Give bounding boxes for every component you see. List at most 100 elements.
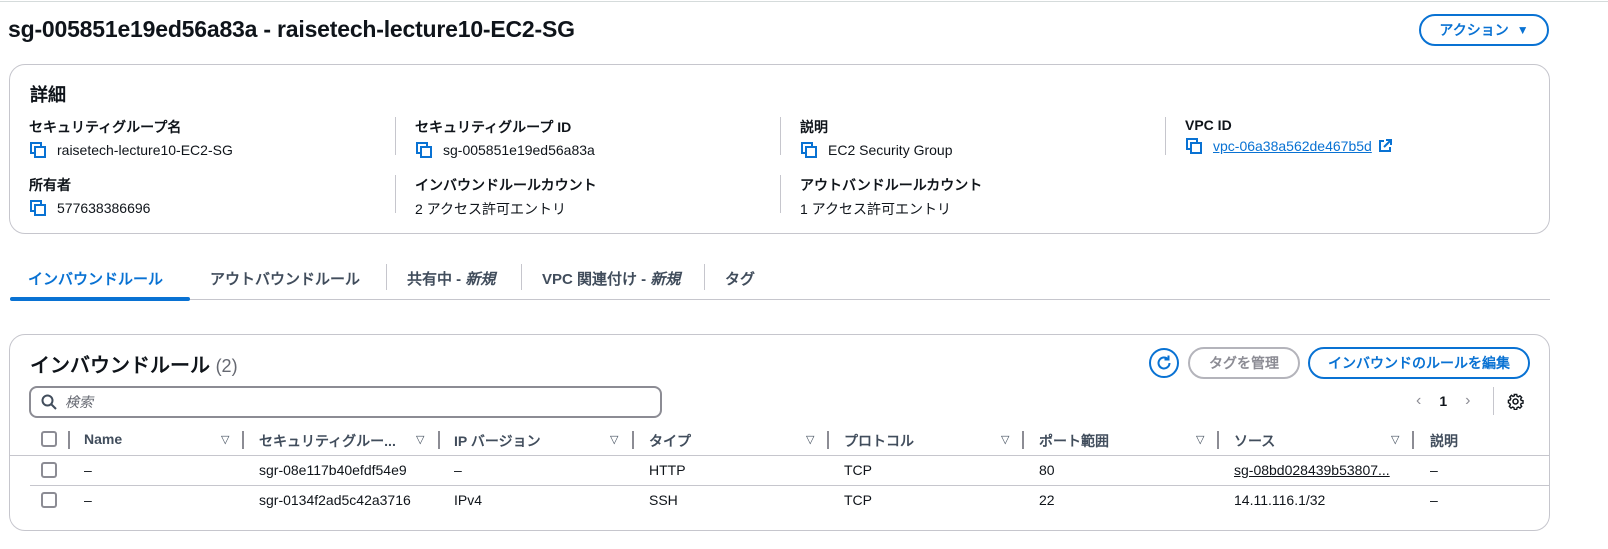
column-divider[interactable] [1217, 431, 1219, 449]
inbound-rules-panel: インバウンドルール (2) タグを管理 インバウンドのルールを編集 ‹ 1 › … [9, 334, 1550, 531]
divider [1165, 117, 1166, 155]
divider [780, 117, 781, 155]
sg-id-field: セキュリティグループ ID sg-005851e19ed56a83a [415, 117, 595, 159]
tab-label: 共有中 - [407, 270, 466, 288]
column-divider[interactable] [438, 431, 440, 449]
row-checkbox[interactable] [41, 492, 57, 508]
copy-icon[interactable] [1185, 137, 1203, 155]
cell-port-range: 22 [1039, 492, 1055, 508]
refresh-button[interactable] [1149, 348, 1179, 378]
outbound-count-label: アウトバンドルールカウント [800, 177, 983, 193]
column-header-name[interactable]: Name [84, 431, 122, 447]
tab-divider [386, 264, 387, 290]
cell-port-range: 80 [1039, 462, 1055, 478]
tab-label: アウトバウンドルール [210, 270, 361, 288]
settings-icon[interactable] [1507, 393, 1524, 410]
search-input-wrapper [29, 386, 662, 418]
tab-label: インバウンドルール [28, 270, 164, 288]
column-divider[interactable] [827, 431, 829, 449]
divider [1493, 387, 1494, 415]
tab-new-badge: 新規 [650, 270, 681, 288]
actions-button-label: アクション [1439, 22, 1509, 38]
tab-sharing[interactable]: 共有中 - 新規 [407, 256, 495, 300]
outbound-count-value: 1 アクセス許可エントリ [800, 201, 951, 217]
manage-tags-button[interactable]: タグを管理 [1188, 347, 1300, 379]
tab-new-badge: 新規 [465, 270, 496, 288]
column-divider[interactable] [242, 431, 244, 449]
external-link-icon[interactable] [1378, 139, 1392, 153]
column-divider[interactable] [1412, 431, 1414, 449]
inbound-count-field: インバウンドルールカウント 2 アクセス許可エントリ [415, 175, 597, 219]
tab-tags[interactable]: タグ [725, 256, 755, 300]
sort-icon[interactable]: ▽ [610, 433, 618, 446]
current-page[interactable]: 1 [1439, 393, 1447, 409]
description-label: 説明 [800, 119, 828, 135]
row-checkbox[interactable] [41, 462, 57, 478]
cell-name: – [84, 492, 92, 508]
cell-name: – [84, 462, 92, 478]
description-field: 説明 EC2 Security Group [800, 117, 953, 159]
column-header-type[interactable]: タイプ [649, 431, 691, 451]
tab-outbound-rules[interactable]: アウトバウンドルール [210, 256, 360, 300]
column-header-port-range[interactable]: ポート範囲 [1039, 431, 1109, 451]
cell-protocol: TCP [844, 492, 872, 508]
tab-divider [521, 264, 522, 290]
manage-tags-label: タグを管理 [1209, 355, 1279, 371]
cell-description: – [1430, 492, 1438, 508]
chevron-right-icon[interactable]: › [1465, 392, 1470, 410]
column-header-ip-version[interactable]: IP バージョン [454, 431, 541, 451]
select-all-checkbox[interactable] [41, 431, 57, 447]
chevron-left-icon[interactable]: ‹ [1416, 392, 1421, 410]
description-value: EC2 Security Group [828, 142, 953, 158]
search-icon [41, 394, 57, 410]
sort-icon[interactable]: ▽ [416, 433, 424, 446]
actions-button[interactable]: アクション ▼ [1419, 14, 1549, 46]
search-input[interactable] [65, 394, 625, 410]
cell-source: 14.11.116.1/32 [1234, 492, 1326, 508]
inbound-count-label: インバウンドルールカウント [415, 177, 597, 193]
sg-id-value: sg-005851e19ed56a83a [443, 142, 595, 158]
tab-divider [704, 264, 705, 290]
details-title: 詳細 [30, 85, 66, 105]
column-divider [68, 431, 70, 449]
vpc-field: VPC ID vpc-06a38a562de467b5d [1185, 117, 1392, 155]
details-panel: 詳細 セキュリティグループ名 raisetech-lecture10-EC2-S… [9, 64, 1550, 234]
vpc-link[interactable]: vpc-06a38a562de467b5d [1213, 138, 1372, 154]
sort-icon[interactable]: ▽ [1391, 433, 1399, 446]
copy-icon[interactable] [800, 141, 818, 159]
edit-inbound-rules-button[interactable]: インバウンドのルールを編集 [1308, 347, 1530, 379]
sort-icon[interactable]: ▽ [1001, 433, 1009, 446]
sort-icon[interactable]: ▽ [806, 433, 814, 446]
column-header-description: 説明 [1430, 433, 1458, 449]
divider [780, 175, 781, 213]
copy-icon[interactable] [29, 141, 47, 159]
sg-name-field: セキュリティグループ名 raisetech-lecture10-EC2-SG [29, 117, 233, 159]
copy-icon[interactable] [29, 199, 47, 217]
column-header-rule-id[interactable]: セキュリティグルー... [259, 431, 396, 451]
sort-icon[interactable]: ▽ [221, 433, 229, 446]
sg-name-label: セキュリティグループ名 [29, 119, 182, 135]
tab-label: VPC 関連付け - [542, 270, 651, 288]
refresh-icon [1157, 355, 1171, 370]
tab-vpc-associations[interactable]: VPC 関連付け - 新規 [542, 256, 680, 300]
cell-type: SSH [649, 492, 678, 508]
tab-bar: インバウンドルール アウトバウンドルール 共有中 - 新規 VPC 関連付け -… [10, 256, 1550, 301]
rules-title: インバウンドルール (2) [30, 349, 238, 378]
cell-source-link[interactable]: sg-08bd028439b53807... [1234, 462, 1390, 478]
sg-name-value: raisetech-lecture10-EC2-SG [57, 142, 233, 158]
column-header-protocol[interactable]: プロトコル [844, 431, 914, 451]
column-divider[interactable] [1022, 431, 1024, 449]
copy-icon[interactable] [415, 141, 433, 159]
edit-inbound-rules-label: インバウンドのルールを編集 [1328, 355, 1510, 371]
cell-ip-version: IPv4 [454, 492, 483, 508]
inbound-count-value: 2 アクセス許可エントリ [415, 201, 566, 217]
cell-protocol: TCP [844, 462, 872, 478]
rules-title-text: インバウンドルール [30, 355, 210, 377]
column-divider[interactable] [632, 431, 634, 449]
row-divider [30, 485, 1549, 486]
cell-rule-id: sgr-0134f2ad5c42a3716 [259, 492, 411, 508]
cell-rule-id: sgr-08e117b40efdf54e9 [259, 462, 407, 478]
column-header-source[interactable]: ソース [1234, 431, 1275, 451]
tab-inbound-rules[interactable]: インバウンドルール [28, 256, 163, 300]
sort-icon[interactable]: ▽ [1196, 433, 1204, 446]
